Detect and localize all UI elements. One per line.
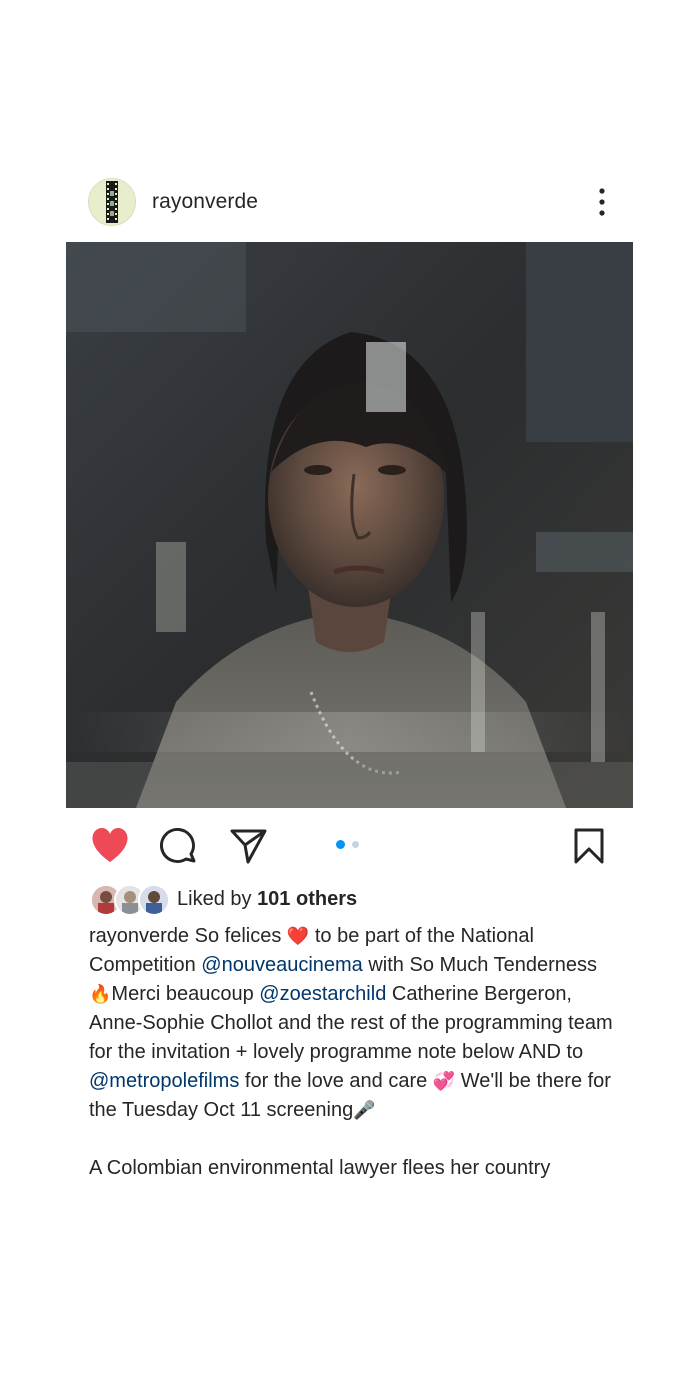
likes-text[interactable]: Liked by 101 others (177, 888, 357, 911)
carousel-dot[interactable] (352, 841, 359, 848)
caption-paragraph: A Colombian environmental lawyer flees h… (89, 1157, 551, 1179)
heart-filled-icon[interactable] (90, 828, 130, 869)
likes-row[interactable]: Liked by 101 others (90, 882, 620, 916)
carousel-dot-active (336, 840, 345, 849)
paper-plane-icon[interactable] (230, 828, 268, 869)
caption-text: with So Much Tenderness (362, 954, 597, 976)
post-image[interactable] (66, 242, 633, 808)
bookmark-icon[interactable] (574, 828, 604, 869)
carousel-indicator (336, 840, 366, 852)
caption-text: Merci beaucoup (111, 983, 260, 1005)
fire-emoji: 🔥 (89, 984, 112, 1004)
avatar[interactable] (88, 178, 136, 226)
red-heart-emoji: ❤️ (286, 926, 310, 946)
action-bar (88, 824, 608, 868)
caption-username[interactable]: rayonverde (89, 925, 189, 947)
film-still-image (66, 242, 633, 808)
caption-text: So felices (189, 925, 287, 947)
post-header: rayonverde (88, 178, 633, 228)
microphone-emoji: 🎤 (353, 1100, 376, 1120)
likes-count[interactable]: 101 others (257, 888, 357, 910)
liker-avatar (138, 884, 170, 916)
more-options-icon[interactable] (591, 186, 613, 218)
likes-prefix: Liked by (177, 888, 252, 910)
caption-text: for the love and care (239, 1070, 433, 1092)
comment-bubble-icon[interactable] (160, 828, 198, 871)
username[interactable]: rayonverde (152, 190, 258, 214)
mention-link[interactable]: @metropolefilms (89, 1070, 239, 1092)
two-hearts-emoji: 💞 (432, 1071, 456, 1091)
mention-link[interactable]: @nouveaucinema (201, 954, 363, 976)
mention-link[interactable]: @zoestarchild (259, 983, 386, 1005)
post-caption: rayonverde So felices ❤️ to be part of t… (89, 922, 619, 1183)
